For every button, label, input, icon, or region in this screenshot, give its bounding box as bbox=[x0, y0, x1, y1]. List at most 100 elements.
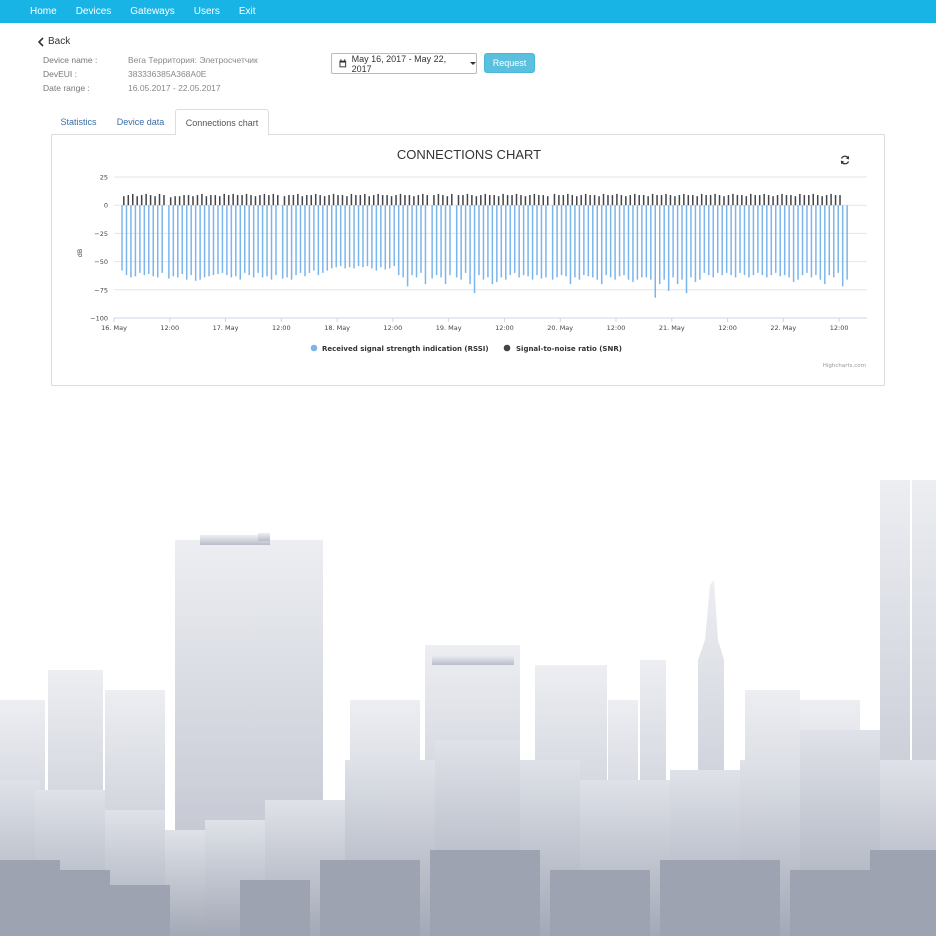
snr-bar[interactable] bbox=[245, 193, 248, 206]
snr-bar[interactable] bbox=[616, 193, 618, 206]
rssi-bar[interactable] bbox=[587, 205, 590, 277]
rssi-bar[interactable] bbox=[513, 205, 516, 273]
snr-bar[interactable] bbox=[709, 195, 712, 206]
rssi-bar[interactable] bbox=[846, 205, 848, 280]
snr-bar[interactable] bbox=[314, 193, 317, 206]
rssi-bar[interactable] bbox=[125, 205, 128, 276]
snr-bar[interactable] bbox=[386, 195, 388, 206]
rssi-bar[interactable] bbox=[208, 205, 210, 277]
snr-bar[interactable] bbox=[328, 195, 330, 206]
rssi-bar[interactable] bbox=[509, 205, 511, 276]
rssi-bar[interactable] bbox=[212, 205, 215, 276]
rssi-bar[interactable] bbox=[531, 205, 534, 280]
rssi-bar[interactable] bbox=[623, 205, 625, 276]
snr-bar[interactable] bbox=[446, 196, 449, 206]
snr-bar[interactable] bbox=[593, 195, 596, 206]
snr-bar[interactable] bbox=[825, 195, 828, 206]
rssi-bar[interactable] bbox=[335, 205, 337, 268]
snr-bar[interactable] bbox=[196, 195, 199, 206]
snr-bar[interactable] bbox=[390, 196, 393, 206]
snr-bar[interactable] bbox=[660, 195, 663, 206]
rssi-bar[interactable] bbox=[505, 205, 507, 280]
rssi-bar[interactable] bbox=[761, 205, 764, 276]
rssi-bar[interactable] bbox=[299, 205, 302, 273]
snr-bar[interactable] bbox=[404, 195, 406, 206]
rssi-bar[interactable] bbox=[752, 205, 755, 276]
snr-bar[interactable] bbox=[413, 196, 415, 206]
rssi-bar[interactable] bbox=[235, 205, 237, 277]
snr-bar[interactable] bbox=[254, 196, 257, 206]
rssi-bar[interactable] bbox=[801, 205, 804, 276]
snr-bar[interactable] bbox=[268, 195, 270, 206]
snr-bar[interactable] bbox=[174, 196, 176, 206]
snr-bar[interactable] bbox=[502, 193, 504, 206]
snr-bar[interactable] bbox=[154, 196, 156, 206]
rssi-bar[interactable] bbox=[424, 205, 427, 285]
snr-bar[interactable] bbox=[395, 195, 397, 206]
snr-bar[interactable] bbox=[656, 195, 658, 206]
nav-users[interactable]: Users bbox=[194, 6, 220, 17]
tab-device-data[interactable]: Device data bbox=[108, 109, 173, 135]
snr-bar[interactable] bbox=[131, 193, 134, 206]
rssi-bar[interactable] bbox=[190, 205, 192, 276]
snr-bar[interactable] bbox=[620, 195, 623, 206]
rssi-bar[interactable] bbox=[420, 205, 422, 273]
rssi-bar[interactable] bbox=[121, 205, 123, 271]
rssi-bar[interactable] bbox=[290, 205, 293, 280]
snr-bar[interactable] bbox=[359, 195, 362, 206]
rssi-bar[interactable] bbox=[828, 205, 831, 276]
rssi-bar[interactable] bbox=[199, 205, 201, 280]
rssi-bar[interactable] bbox=[779, 205, 781, 277]
rssi-bar[interactable] bbox=[757, 205, 759, 273]
rssi-bar[interactable] bbox=[522, 205, 525, 276]
snr-bar[interactable] bbox=[553, 193, 556, 206]
rssi-bar[interactable] bbox=[330, 205, 333, 269]
rssi-bar[interactable] bbox=[295, 205, 297, 276]
snr-bar[interactable] bbox=[232, 193, 234, 206]
snr-bar[interactable] bbox=[337, 195, 339, 206]
rssi-bar[interactable] bbox=[783, 205, 786, 276]
rssi-bar[interactable] bbox=[694, 205, 697, 282]
snr-bar[interactable] bbox=[263, 193, 266, 206]
rssi-bar[interactable] bbox=[725, 205, 728, 273]
rssi-bar[interactable] bbox=[172, 205, 175, 277]
nav-gateways[interactable]: Gateways bbox=[130, 6, 174, 17]
rssi-bar[interactable] bbox=[491, 205, 494, 285]
snr-bar[interactable] bbox=[745, 196, 748, 206]
rssi-bar[interactable] bbox=[348, 205, 351, 268]
snr-bar[interactable] bbox=[598, 196, 600, 206]
snr-bar[interactable] bbox=[524, 196, 527, 206]
snr-bar[interactable] bbox=[834, 195, 837, 206]
rssi-bar[interactable] bbox=[676, 205, 679, 285]
rssi-bar[interactable] bbox=[469, 205, 471, 285]
snr-bar[interactable] bbox=[839, 195, 841, 206]
snr-bar[interactable] bbox=[323, 196, 326, 206]
snr-bar[interactable] bbox=[368, 196, 370, 206]
rssi-bar[interactable] bbox=[148, 205, 150, 275]
rssi-bar[interactable] bbox=[366, 205, 369, 267]
back-link[interactable]: Back bbox=[37, 36, 70, 47]
snr-bar[interactable] bbox=[332, 193, 335, 206]
snr-bar[interactable] bbox=[277, 195, 279, 206]
snr-bar[interactable] bbox=[149, 195, 152, 206]
rssi-bar[interactable] bbox=[614, 205, 616, 280]
snr-bar[interactable] bbox=[475, 196, 478, 206]
snr-bar[interactable] bbox=[381, 195, 384, 206]
rssi-bar[interactable] bbox=[527, 205, 529, 277]
snr-bar[interactable] bbox=[515, 193, 518, 206]
snr-bar[interactable] bbox=[341, 195, 344, 206]
rssi-bar[interactable] bbox=[478, 205, 480, 276]
rssi-bar[interactable] bbox=[357, 205, 360, 267]
snr-bar[interactable] bbox=[665, 193, 667, 206]
snr-bar[interactable] bbox=[533, 193, 536, 206]
rssi-bar[interactable] bbox=[712, 205, 715, 278]
rssi-bar[interactable] bbox=[380, 205, 382, 268]
snr-bar[interactable] bbox=[210, 195, 212, 206]
rssi-bar[interactable] bbox=[161, 205, 163, 273]
snr-bar[interactable] bbox=[259, 195, 261, 206]
snr-bar[interactable] bbox=[442, 195, 444, 206]
snr-bar[interactable] bbox=[250, 195, 252, 206]
request-button[interactable]: Request bbox=[484, 53, 535, 73]
rssi-bar[interactable] bbox=[560, 205, 563, 276]
snr-bar[interactable] bbox=[350, 193, 353, 206]
